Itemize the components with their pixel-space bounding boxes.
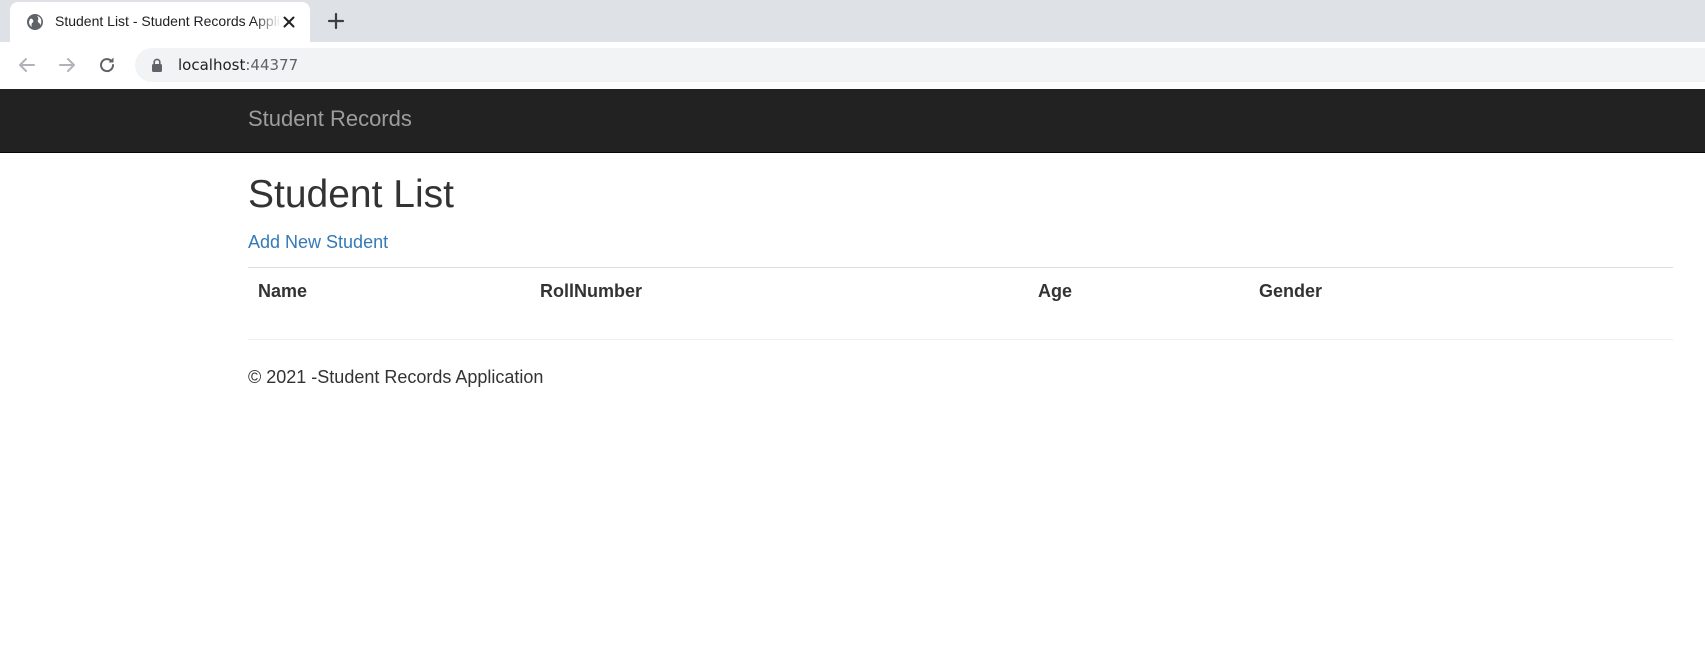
close-icon[interactable] [280,13,298,31]
column-header-age: Age [1038,281,1073,301]
site-navbar: Student Records [0,89,1705,153]
footer-text: © 2021 -Student Records Application [248,367,544,387]
browser-tab[interactable]: Student List - Student Records Applicati… [10,2,310,42]
url-port: :44377 [245,56,299,74]
tab-title: Student List - Student Records Applicati… [55,13,281,29]
column-header-rollnumber: RollNumber [540,281,643,301]
plus-icon[interactable] [325,10,347,32]
reload-icon[interactable] [96,54,118,76]
arrow-left-icon[interactable] [16,54,38,76]
table-top-border [248,267,1673,268]
page-title: Student List [248,173,454,216]
lock-icon [152,58,162,72]
browser-toolbar: localhost:44377 [0,42,1705,89]
navbar-brand[interactable]: Student Records [248,106,412,132]
url-text: localhost:44377 [178,56,298,74]
arrow-right-icon[interactable] [56,54,78,76]
add-new-student-link[interactable]: Add New Student [248,232,388,253]
url-host: localhost [178,56,246,74]
footer-divider [248,339,1673,340]
column-header-name: Name [258,281,308,301]
browser-tabstrip: Student List - Student Records Applicati… [0,0,1705,42]
address-bar[interactable]: localhost:44377 [135,48,1705,82]
globe-icon [27,14,43,30]
column-header-gender: Gender [1259,281,1323,301]
